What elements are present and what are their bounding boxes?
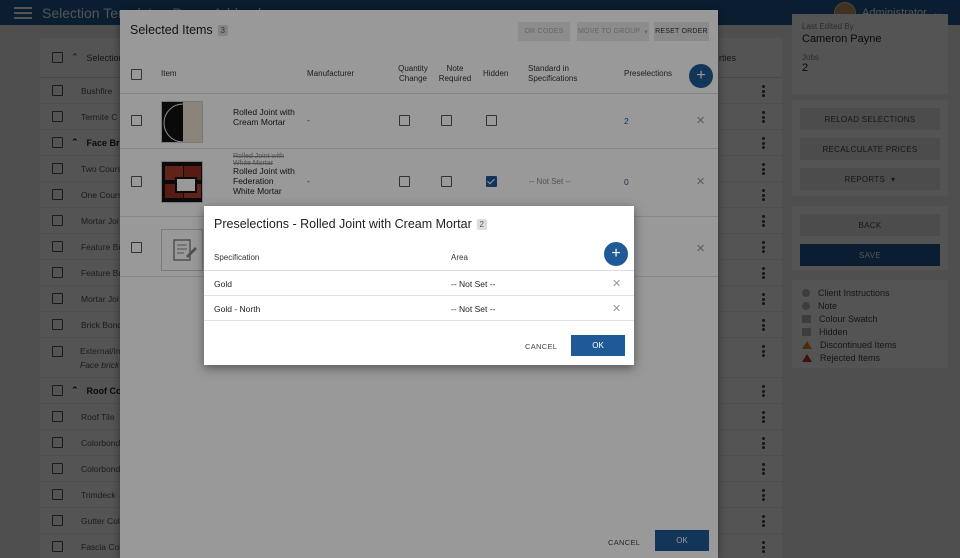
add-preselection-button[interactable]: + (604, 242, 628, 266)
remove-icon[interactable]: ✕ (612, 296, 621, 321)
specification-value: Gold - North (214, 303, 261, 314)
remove-icon[interactable]: ✕ (612, 271, 621, 296)
column-header-specification: Specification (214, 253, 260, 262)
specification-value: Gold (214, 278, 232, 289)
column-header-area: Area (451, 253, 468, 262)
dialog-title-text: Preselections - Rolled Joint with Cream … (214, 217, 472, 231)
area-value[interactable]: -- Not Set -- (451, 271, 495, 296)
cancel-button[interactable]: CANCEL (525, 342, 557, 351)
table-row[interactable]: Gold -- Not Set -- ✕ (204, 271, 634, 296)
area-value[interactable]: -- Not Set -- (451, 296, 495, 321)
count-badge: 2 (476, 218, 487, 230)
preselections-table-header: Specification Area + (204, 242, 634, 271)
dialog-title: Preselections - Rolled Joint with Cream … (214, 217, 487, 231)
ok-button[interactable]: OK (571, 335, 625, 356)
table-row[interactable]: Gold - North -- Not Set -- ✕ (204, 296, 634, 321)
preselections-dialog: Preselections - Rolled Joint with Cream … (204, 206, 634, 365)
plus-icon: + (611, 245, 621, 262)
